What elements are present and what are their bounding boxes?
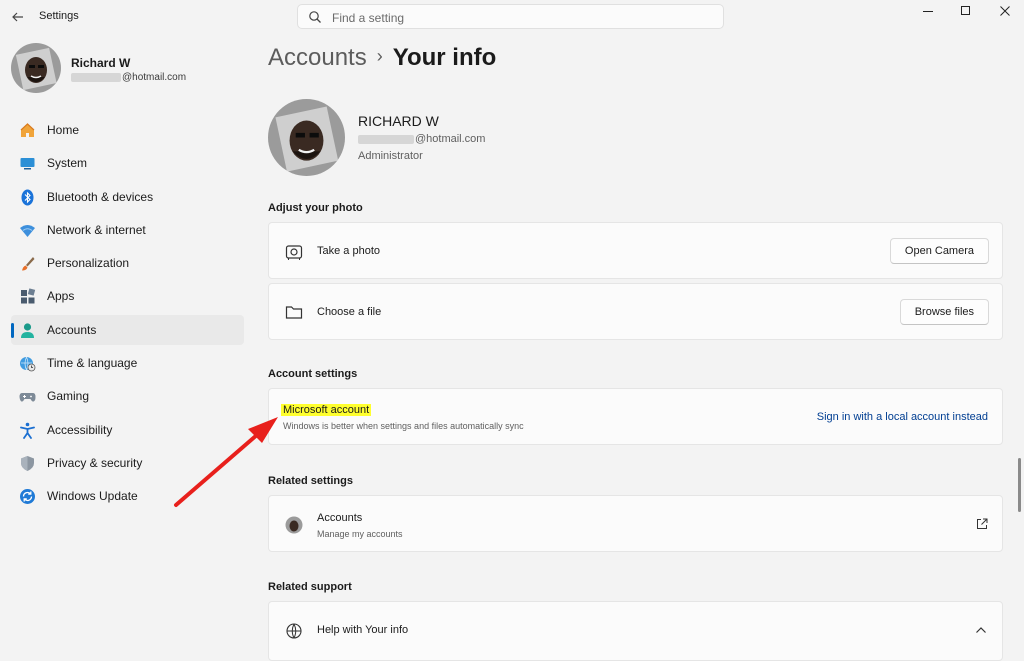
related-accounts-title: Accounts	[317, 512, 363, 524]
sidebar-item-label: Home	[47, 123, 80, 137]
close-icon	[1000, 6, 1010, 16]
user-role: Administrator	[358, 150, 423, 162]
take-photo-row: Take a photo Open Camera	[268, 222, 1003, 279]
maximize-icon	[961, 6, 970, 15]
maximize-button[interactable]	[947, 0, 985, 22]
choose-file-row: Choose a file Browse files	[268, 283, 1003, 340]
search-icon	[309, 11, 321, 23]
sidebar-item-label: Windows Update	[47, 489, 138, 504]
app-title: Settings	[39, 10, 79, 22]
sidebar-item-label: Accessibility	[47, 422, 113, 437]
profile-name: Richard W	[71, 56, 131, 70]
breadcrumb: Accounts › Your info	[268, 44, 496, 72]
redacted-email-user	[71, 72, 121, 82]
accessibility-icon	[20, 422, 35, 439]
sidebar-item-label: Time & language	[47, 356, 138, 371]
sidebar-item-apps[interactable]: Apps	[11, 281, 244, 311]
section-heading-related-settings: Related settings	[268, 475, 353, 487]
profile-email: @hotmail.com	[71, 72, 186, 83]
avatar[interactable]	[11, 43, 61, 93]
search-input[interactable]	[330, 8, 714, 28]
breadcrumb-separator: ›	[376, 46, 383, 66]
sidebar-item-network[interactable]: Network & internet	[11, 215, 244, 245]
sidebar-item-label: System	[47, 156, 88, 171]
gamepad-icon	[19, 393, 36, 402]
sidebar-item-time-language[interactable]: Time & language	[11, 348, 244, 378]
sidebar-item-label: Apps	[47, 289, 75, 304]
apps-icon	[21, 288, 36, 304]
folder-icon	[285, 306, 303, 319]
sidebar-item-label: Network & internet	[47, 222, 146, 237]
related-accounts-subtitle: Manage my accounts	[317, 529, 403, 539]
sidebar-item-accessibility[interactable]: Accessibility	[11, 415, 244, 445]
minimize-icon	[923, 11, 933, 12]
section-heading-adjust-photo: Adjust your photo	[268, 202, 363, 214]
sidebar-item-label: Gaming	[47, 389, 90, 404]
globe-clock-icon	[20, 356, 36, 372]
sidebar-item-gaming[interactable]: Gaming	[11, 381, 244, 411]
sign-in-local-account-link[interactable]: Sign in with a local account instead	[817, 411, 988, 423]
open-camera-button[interactable]: Open Camera	[889, 238, 989, 264]
open-external-icon[interactable]	[976, 518, 988, 530]
sidebar-item-bluetooth[interactable]: Bluetooth & devices	[11, 182, 244, 212]
user-photo	[268, 99, 345, 176]
breadcrumb-parent[interactable]: Accounts	[268, 44, 367, 71]
sidebar-nav: Home System Bluetooth & devices Network …	[11, 115, 244, 515]
microsoft-account-subtitle: Windows is better when settings and file…	[283, 421, 524, 431]
profile-photo	[11, 43, 61, 93]
close-button[interactable]	[986, 0, 1024, 22]
related-accounts-row[interactable]: Accounts Manage my accounts	[268, 495, 1003, 552]
sidebar-item-label: Bluetooth & devices	[47, 189, 154, 204]
system-icon	[20, 158, 35, 170]
shield-icon	[21, 455, 34, 471]
sidebar-item-label: Privacy & security	[47, 455, 143, 470]
page-title: Your info	[392, 44, 497, 71]
section-heading-related-support: Related support	[268, 581, 352, 593]
wifi-icon	[20, 224, 35, 237]
user-avatar	[268, 99, 345, 176]
user-name: RICHARD W	[358, 113, 439, 129]
microsoft-account-title: Microsoft account	[281, 404, 372, 416]
search-box[interactable]	[297, 4, 724, 29]
section-heading-account-settings: Account settings	[268, 368, 358, 380]
minimize-button[interactable]	[909, 0, 947, 22]
home-icon	[20, 123, 35, 137]
browse-files-button[interactable]: Browse files	[899, 299, 989, 325]
globe-icon	[286, 623, 302, 639]
scrollbar-thumb[interactable]	[1018, 458, 1021, 512]
sidebar-item-personalization[interactable]: Personalization	[11, 248, 244, 278]
sidebar-item-windows-update[interactable]: Windows Update	[11, 481, 244, 511]
sidebar-item-label: Personalization	[47, 256, 130, 271]
help-your-info-label: Help with Your info	[317, 624, 409, 636]
take-photo-label: Take a photo	[317, 245, 380, 257]
sidebar-item-system[interactable]: System	[11, 148, 244, 178]
update-icon	[20, 489, 35, 505]
user-email: @hotmail.com	[358, 133, 485, 145]
camera-icon	[285, 245, 303, 260]
accounts-icon	[21, 323, 34, 338]
sidebar-item-label: Accounts	[47, 322, 97, 337]
choose-file-label: Choose a file	[317, 306, 382, 318]
redacted-email-user	[358, 134, 414, 144]
bluetooth-icon	[21, 189, 34, 206]
sidebar-item-privacy-security[interactable]: Privacy & security	[11, 448, 244, 478]
sidebar-item-home[interactable]: Home	[11, 115, 244, 145]
sidebar-item-accounts[interactable]: Accounts	[11, 314, 244, 345]
accounts-avatar-icon	[285, 516, 303, 534]
microsoft-account-row: Microsoft account Windows is better when…	[268, 388, 1003, 445]
back-arrow-icon[interactable]	[9, 8, 27, 26]
help-your-info-row[interactable]: Help with Your info	[268, 601, 1003, 661]
chevron-up-icon[interactable]	[975, 626, 987, 634]
brush-icon	[22, 257, 35, 271]
